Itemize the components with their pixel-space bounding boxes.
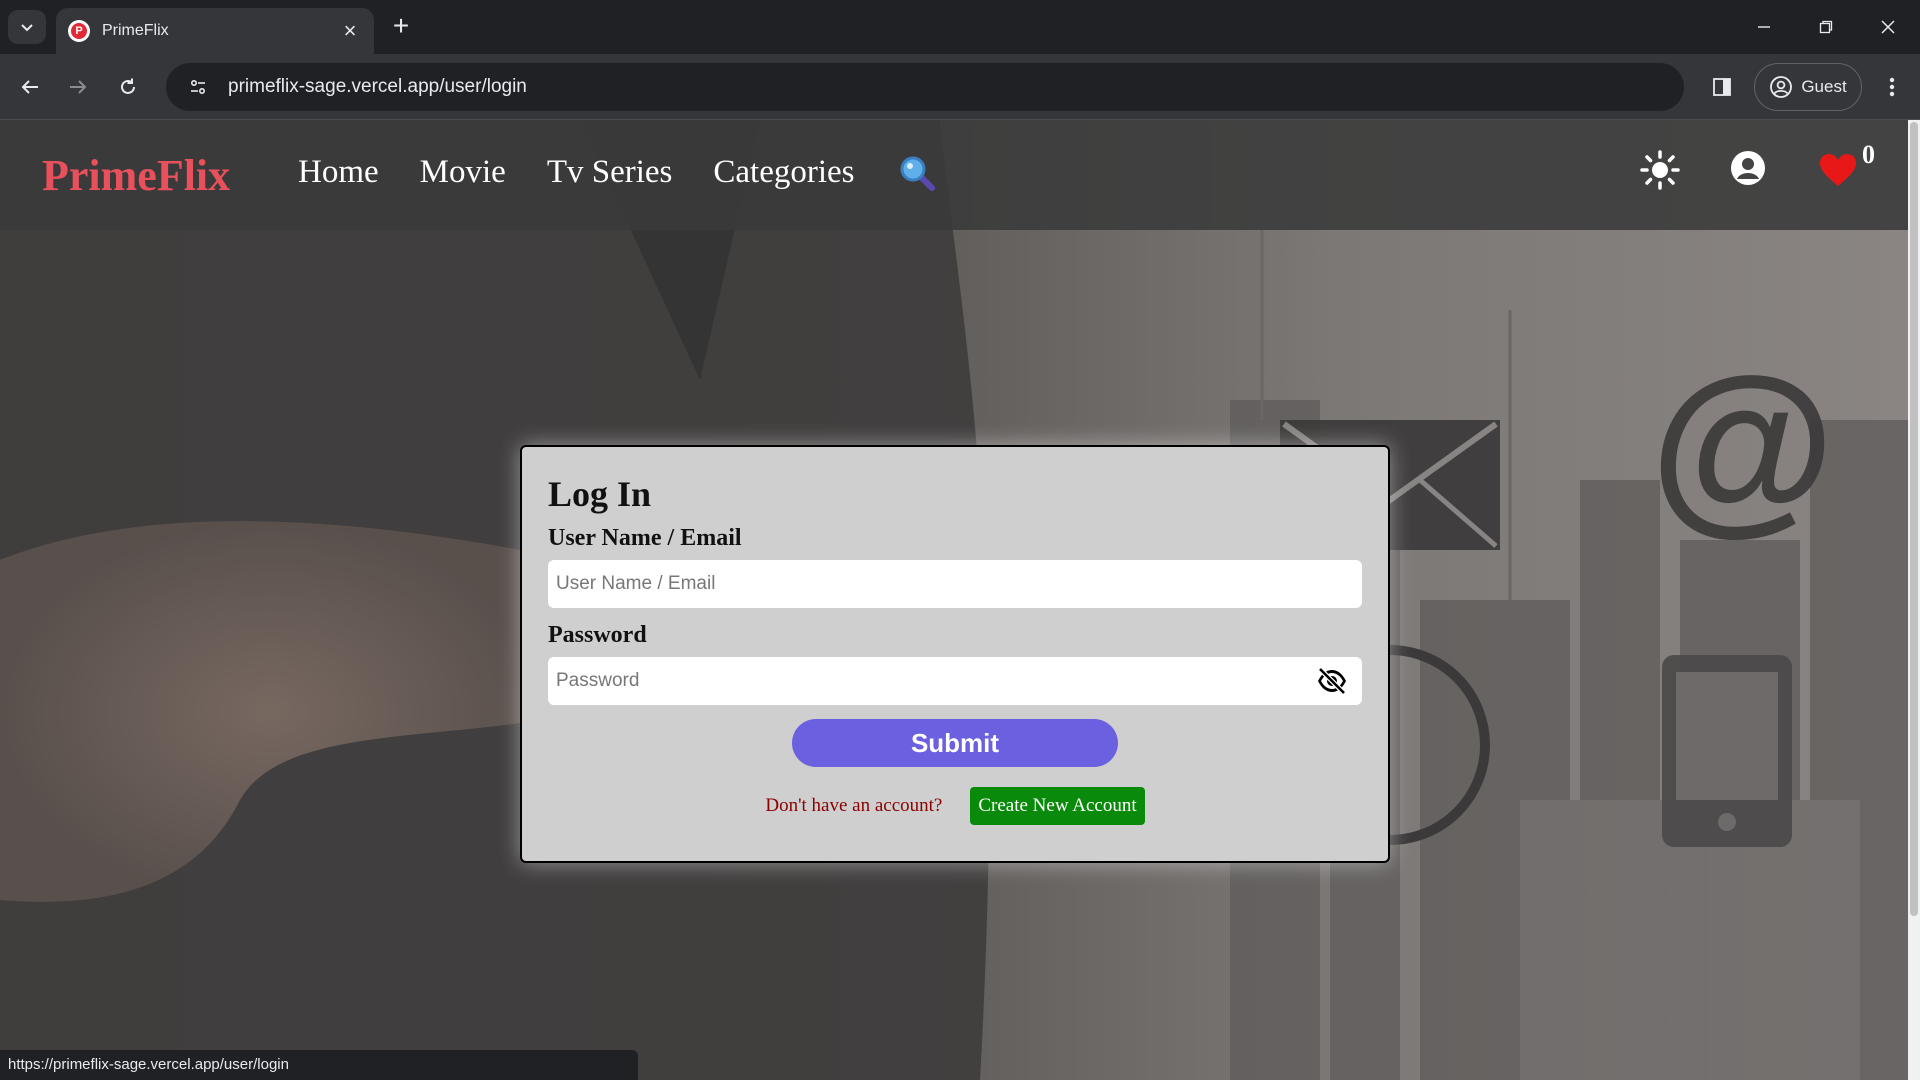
sun-icon <box>1640 150 1680 190</box>
site-logo[interactable]: PrimeFlix <box>42 150 230 201</box>
reload-button[interactable] <box>112 71 144 103</box>
more-vert-icon <box>1889 77 1895 97</box>
page-scrollbar[interactable] <box>1908 120 1920 1080</box>
nav-links: Home Movie Tv Series Categories <box>298 154 855 191</box>
forward-button[interactable] <box>62 71 94 103</box>
browser-tab[interactable]: P PrimeFlix × <box>56 8 374 54</box>
svg-text:@: @ <box>1650 339 1835 551</box>
minimize-icon <box>1758 26 1770 28</box>
restore-button[interactable] <box>1798 8 1854 46</box>
site-navbar: PrimeFlix Home Movie Tv Series Categorie… <box>0 120 1908 230</box>
side-panel-icon <box>1713 78 1731 96</box>
minimize-button[interactable] <box>1736 8 1792 46</box>
browser-menu-button[interactable] <box>1876 71 1908 103</box>
favorites-button[interactable] <box>1818 152 1858 193</box>
side-panel-button[interactable] <box>1706 71 1738 103</box>
nav-categories[interactable]: Categories <box>713 154 854 191</box>
password-field-wrap <box>548 657 1362 705</box>
password-input[interactable] <box>548 657 1362 705</box>
scrollbar-thumb[interactable] <box>1910 122 1918 916</box>
no-account-text: Don't have an account? <box>765 795 943 816</box>
tab-title: PrimeFlix <box>102 22 169 39</box>
submit-button[interactable]: Submit <box>792 719 1118 767</box>
browser-tab-bar: P PrimeFlix × + <box>0 0 1920 54</box>
account-circle-icon <box>1770 76 1793 98</box>
close-tab-icon[interactable]: × <box>338 18 362 44</box>
tab-search-button[interactable] <box>8 10 46 44</box>
theme-toggle[interactable] <box>1640 150 1680 195</box>
chevron-down-icon <box>21 24 33 32</box>
toggle-password-visibility[interactable] <box>1316 667 1348 699</box>
restore-icon <box>1819 20 1833 34</box>
address-bar[interactable]: primeflix-sage.vercel.app/user/login <box>166 63 1684 111</box>
profile-label: Guest <box>1801 77 1847 96</box>
arrow-right-icon <box>70 80 87 94</box>
nav-tv-series[interactable]: Tv Series <box>547 154 673 191</box>
nav-home[interactable]: Home <box>298 154 379 191</box>
username-label: User Name / Email <box>548 525 742 551</box>
status-bar-url: https://primeflix-sage.vercel.app/user/l… <box>0 1050 638 1080</box>
username-field-wrap <box>548 560 1362 608</box>
user-circle-icon <box>1731 151 1765 185</box>
close-icon <box>1881 20 1895 34</box>
favorites-count: 0 <box>1862 140 1875 169</box>
arrow-left-icon <box>21 80 38 94</box>
search-icon <box>900 156 935 191</box>
eye-slash-icon <box>1318 667 1346 695</box>
username-input[interactable] <box>548 560 1362 608</box>
create-account-button[interactable]: Create New Account <box>970 787 1145 825</box>
url-text: primeflix-sage.vercel.app/user/login <box>228 76 527 97</box>
page-viewport: @ PrimeFlix Home Movie Tv Series Categor… <box>0 120 1908 1080</box>
profile-button[interactable]: Guest <box>1754 63 1862 111</box>
browser-toolbar: primeflix-sage.vercel.app/user/login Gue… <box>0 54 1920 120</box>
login-title: Log In <box>548 474 652 514</box>
search-button[interactable] <box>900 156 936 197</box>
site-info-icon[interactable] <box>180 69 216 105</box>
new-tab-button[interactable]: + <box>386 12 416 42</box>
back-button[interactable] <box>14 71 46 103</box>
login-card: Log In User Name / Email Password Submit… <box>520 445 1390 863</box>
heart-icon <box>1820 154 1856 186</box>
nav-movie[interactable]: Movie <box>420 154 506 191</box>
favicon-icon: P <box>68 20 90 42</box>
password-label: Password <box>548 622 647 648</box>
close-window-button[interactable] <box>1860 8 1916 46</box>
reload-icon <box>121 78 135 94</box>
user-account-button[interactable] <box>1730 150 1766 191</box>
signup-row: Don't have an account? Create New Accoun… <box>548 787 1362 825</box>
